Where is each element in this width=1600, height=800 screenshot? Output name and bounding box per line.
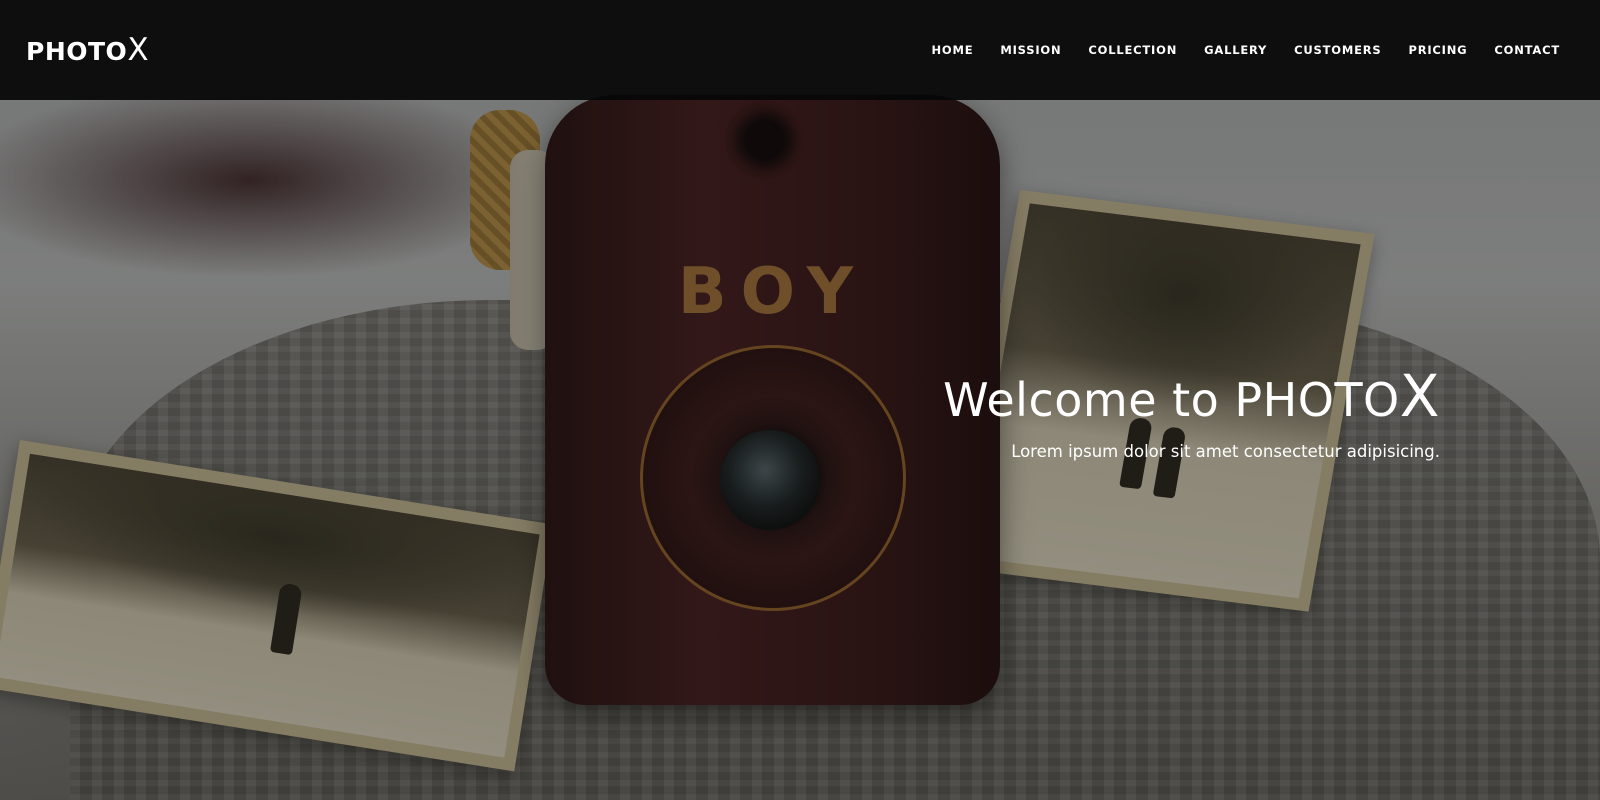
nav-link-customers[interactable]: CUSTOMERS (1294, 43, 1381, 57)
logo-text-main: PHOTO (26, 37, 128, 66)
hero-subtitle: Lorem ipsum dolor sit amet consectetur a… (1011, 441, 1440, 461)
hero-text-block: Welcome to PHOTOX Lorem ipsum dolor sit … (943, 362, 1440, 462)
nav-item-customers: CUSTOMERS (1294, 41, 1381, 59)
nav-item-gallery: GALLERY (1204, 41, 1267, 59)
nav-item-home: HOME (931, 41, 973, 59)
nav-link-collection[interactable]: COLLECTION (1088, 43, 1177, 57)
nav-link-mission[interactable]: MISSION (1000, 43, 1061, 57)
nav-link-gallery[interactable]: GALLERY (1204, 43, 1267, 57)
hero-title: Welcome to PHOTOX (943, 362, 1440, 430)
nav-link-home[interactable]: HOME (931, 43, 973, 57)
logo-text-accent: X (127, 32, 150, 68)
nav-item-mission: MISSION (1000, 41, 1061, 59)
nav-link-pricing[interactable]: PRICING (1408, 43, 1467, 57)
nav-item-contact: CONTACT (1494, 41, 1560, 59)
nav-item-collection: COLLECTION (1088, 41, 1177, 59)
hero-title-main: Welcome to PHOTO (943, 373, 1400, 427)
hero-title-accent: X (1399, 362, 1440, 430)
nav-item-pricing: PRICING (1408, 41, 1467, 59)
nav-link-contact[interactable]: CONTACT (1494, 43, 1560, 57)
top-navbar: PHOTO X HOME MISSION COLLECTION GALLERY C… (0, 0, 1600, 100)
site-logo[interactable]: PHOTO X (26, 32, 149, 68)
hero-section: BOY PHOTO X HOME MISSION COLLECTION GALLE… (0, 0, 1600, 800)
nav-menu: HOME MISSION COLLECTION GALLERY CUSTOMER… (931, 41, 1560, 59)
